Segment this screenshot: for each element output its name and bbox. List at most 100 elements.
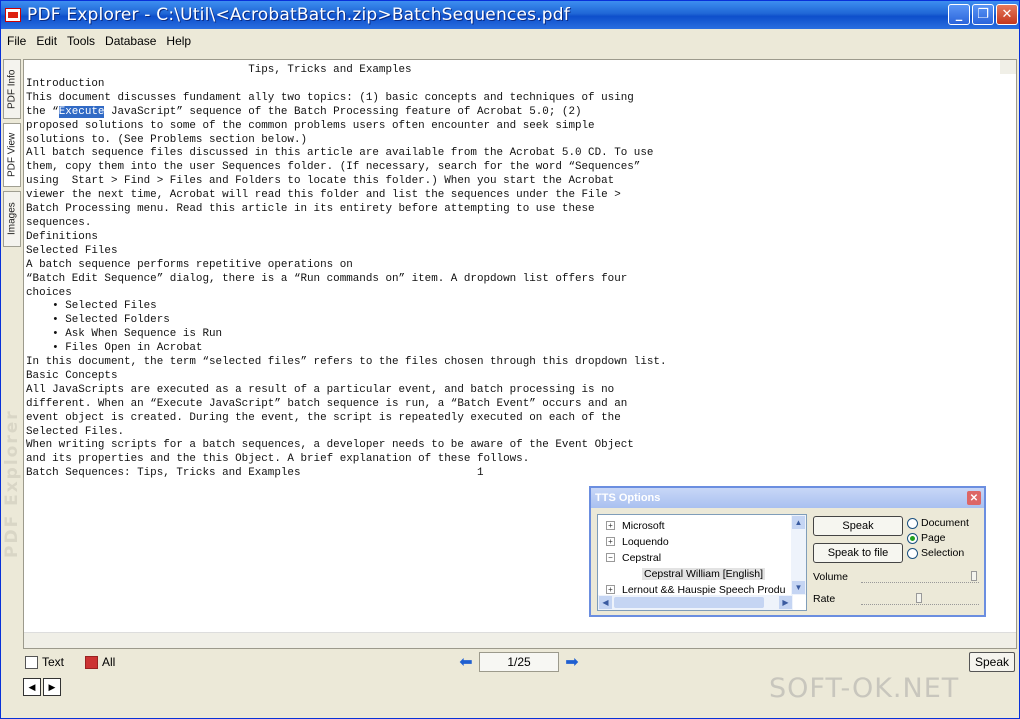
- tab-all-label: All: [102, 655, 116, 669]
- menu-help[interactable]: Help: [161, 34, 196, 48]
- document-line: • Selected Files: [26, 300, 157, 313]
- document-line: This document discusses fundament ally t…: [26, 91, 634, 104]
- radio-page-indicator: [907, 532, 918, 544]
- voice-tree-item[interactable]: Cepstral William [English]: [598, 566, 766, 581]
- voice-tree-item[interactable]: + Loquendo: [598, 534, 669, 549]
- document-line: Basic Concepts: [26, 369, 118, 382]
- tab-text-label: Text: [42, 655, 65, 669]
- voice-tree-item[interactable]: − Cepstral: [598, 550, 661, 565]
- next-page-button[interactable]: ➡: [563, 653, 581, 671]
- radio-page[interactable]: Page: [907, 531, 946, 545]
- scroll-thumb[interactable]: [614, 597, 764, 608]
- document-line: • Selected Folders: [26, 314, 170, 327]
- pdf-explorer-logo: PDF Explorer: [2, 409, 22, 559]
- document-line: sequences.: [26, 216, 92, 229]
- document-line: them, copy them into the user Sequences …: [26, 161, 641, 174]
- horizontal-scrollbar[interactable]: [24, 632, 1016, 648]
- menu-tools[interactable]: Tools: [62, 34, 100, 48]
- voice-tree-vertical-scrollbar[interactable]: ▲ ▼: [791, 515, 806, 595]
- radio-selection[interactable]: Selection: [907, 546, 964, 560]
- document-line: solutions to. (See Problems section belo…: [26, 133, 308, 146]
- expand-icon[interactable]: +: [606, 585, 615, 594]
- tab-text[interactable]: Text: [25, 652, 64, 672]
- volume-slider[interactable]: [861, 569, 979, 583]
- menu-database[interactable]: Database: [100, 34, 161, 48]
- menu-edit[interactable]: Edit: [31, 34, 62, 48]
- document-line: A batch sequence performs repetitive ope…: [26, 258, 353, 271]
- document-line: When writing scripts for a batch sequenc…: [26, 439, 634, 452]
- minimize-icon: _: [955, 7, 963, 22]
- rate-slider[interactable]: [861, 591, 979, 605]
- tts-title: TTS Options: [595, 492, 661, 504]
- volume-label: Volume: [813, 571, 849, 583]
- expand-icon[interactable]: +: [606, 521, 615, 530]
- minimize-button[interactable]: _: [948, 4, 970, 25]
- voice-tree-label: Cepstral William [English]: [642, 567, 766, 580]
- tab-all[interactable]: All: [85, 652, 115, 672]
- forward-button[interactable]: ▶: [43, 678, 61, 696]
- tts-title-bar[interactable]: TTS Options ✕: [591, 488, 984, 508]
- menu-file[interactable]: File: [1, 34, 31, 48]
- radio-selection-indicator: [907, 547, 918, 559]
- rate-slider-thumb[interactable]: [916, 593, 922, 603]
- expand-icon[interactable]: +: [606, 537, 615, 546]
- document-line: Selected Files.: [26, 425, 125, 438]
- page-indicator[interactable]: 1/25: [479, 652, 559, 672]
- tab-images[interactable]: Images: [3, 191, 21, 247]
- document-line: “Batch Edit Sequence” dialog, there is a…: [26, 272, 628, 285]
- tts-speak-button[interactable]: Speak: [813, 516, 903, 536]
- window-title: PDF Explorer - C:\Util\<AcrobatBatch.zip…: [27, 5, 570, 25]
- radio-selection-label: Selection: [921, 547, 965, 559]
- navigation-bar: ◀ ▶: [23, 678, 61, 698]
- radio-document[interactable]: Document: [907, 516, 969, 530]
- restore-button[interactable]: ❐: [972, 4, 994, 25]
- document-line: viewer the next time, Acrobat will read …: [26, 189, 621, 202]
- document-line: Batch Sequences: Tips, Tricks and Exampl…: [26, 467, 484, 480]
- title-bar[interactable]: PDF Explorer - C:\Util\<AcrobatBatch.zip…: [1, 1, 1019, 29]
- scroll-up-icon[interactable]: ▲: [792, 516, 805, 529]
- scroll-left-icon[interactable]: ◀: [599, 596, 612, 609]
- tab-pdf-view[interactable]: PDF View: [3, 123, 21, 187]
- radio-page-label: Page: [921, 532, 946, 544]
- tab-pdf-info[interactable]: PDF Info: [3, 59, 21, 119]
- text-icon: [25, 655, 38, 669]
- collapse-icon[interactable]: −: [606, 553, 615, 562]
- vertical-scrollbar[interactable]: [1000, 60, 1016, 74]
- voice-tree-label: Cepstral: [622, 551, 662, 564]
- close-icon: ✕: [969, 492, 979, 504]
- document-line: Introduction: [26, 77, 105, 90]
- tts-close-button[interactable]: ✕: [967, 491, 981, 505]
- back-button[interactable]: ◀: [23, 678, 41, 696]
- document-line: • Files Open in Acrobat: [26, 342, 203, 355]
- document-line: Tips, Tricks and Examples: [26, 64, 412, 76]
- bookmark-icon: [85, 655, 98, 669]
- restore-icon: ❐: [977, 7, 989, 22]
- document-text[interactable]: Tips, Tricks and Examples Introduction Thi…: [26, 64, 746, 481]
- document-line: Selected Files: [26, 244, 118, 257]
- document-line: • Ask When Sequence is Run: [26, 328, 223, 341]
- arrow-right-icon: ➡: [565, 654, 579, 671]
- speak-to-file-button[interactable]: Speak to file: [813, 543, 903, 563]
- scroll-right-icon[interactable]: ▶: [779, 596, 792, 609]
- left-tab-strip: PDF Info PDF View Images PDF Explorer: [2, 59, 22, 649]
- close-button[interactable]: ✕: [996, 4, 1018, 25]
- voice-tree[interactable]: + Microsoft + Loquendo − Cepstral Cepstral Wil…: [597, 514, 807, 611]
- menu-bar: File Edit Tools Database Help: [1, 31, 196, 51]
- scroll-down-icon[interactable]: ▼: [792, 581, 805, 594]
- document-line: In this document, the term “selected fil…: [26, 356, 667, 369]
- document-line: Batch Processing menu. Read this article…: [26, 203, 595, 216]
- voice-tree-label: Lernout && Hauspie Speech Produ: [622, 583, 786, 596]
- voice-tree-horizontal-scrollbar[interactable]: ◀ ▶: [598, 595, 793, 610]
- document-line: different. When an “Execute JavaScript” …: [26, 397, 628, 410]
- pdf-app-icon[interactable]: [5, 8, 21, 22]
- previous-page-button[interactable]: ⬅: [457, 653, 475, 671]
- volume-slider-thumb[interactable]: [971, 571, 977, 581]
- voice-tree-label: Microsoft: [622, 519, 665, 532]
- speak-button[interactable]: Speak: [969, 652, 1015, 672]
- voice-tree-item[interactable]: + Microsoft: [598, 518, 665, 533]
- text-selection[interactable]: Execute: [58, 105, 105, 118]
- arrow-left-icon: ⬅: [459, 654, 473, 671]
- document-line: Definitions: [26, 230, 98, 243]
- document-line: and its properties and the this Object. …: [26, 453, 530, 466]
- document-line: proposed solutions to some of the common…: [26, 119, 595, 132]
